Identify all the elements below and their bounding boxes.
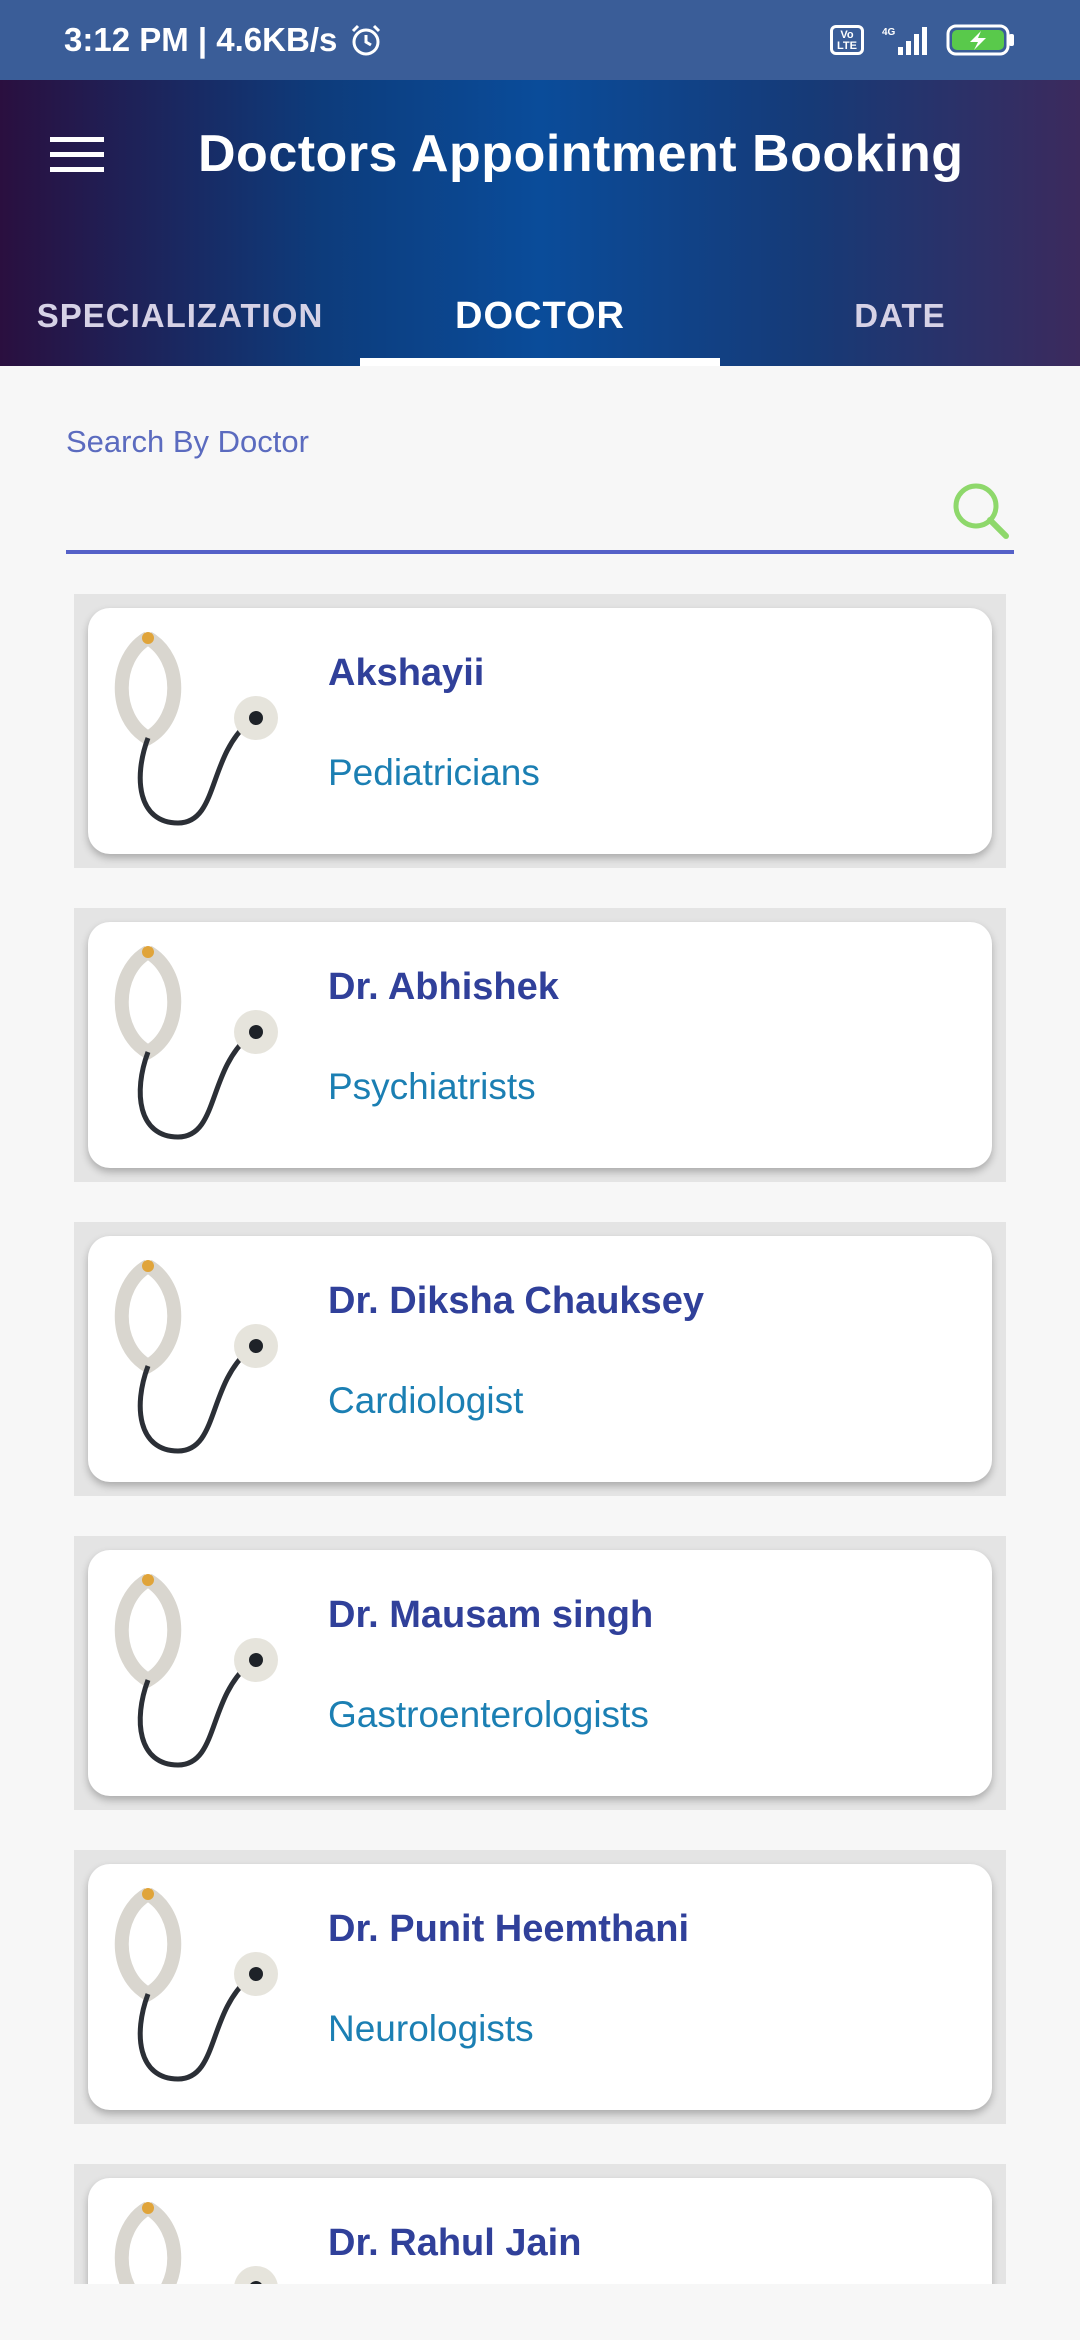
doctor-name: Dr. Punit Heemthani [328, 1908, 690, 1950]
stethoscope-icon [114, 1887, 278, 2082]
stethoscope-icon [114, 945, 278, 1140]
doctor-card-body[interactable]: Dr. Rahul Jain [88, 2178, 992, 2284]
doctor-specialization: Psychiatrists [328, 1066, 536, 1107]
doctor-card[interactable]: Dr. Punit Heemthani Neurologists [74, 1850, 1006, 2124]
doctor-card[interactable]: Dr. Diksha Chauksey Cardiologist [74, 1222, 1006, 1496]
doctor-list: Akshayii Pediatricians Dr. Abhishek Psyc… [0, 594, 1080, 2284]
stethoscope-icon [114, 631, 278, 826]
status-time: 3:12 PM | 4.6KB/s [64, 21, 338, 58]
doctor-name: Dr. Mausam singh [328, 1594, 654, 1636]
battery-charging-icon [946, 24, 1014, 56]
alarm-icon [352, 24, 381, 56]
doctor-name: Dr. Abhishek [328, 966, 559, 1008]
doctor-specialization: Pediatricians [328, 752, 540, 793]
doctor-specialization: Cardiologist [328, 1380, 524, 1421]
doctor-card[interactable]: Dr. Rahul Jain [74, 2164, 1006, 2284]
app-header: Doctors Appointment Booking SPECIALIZATI… [0, 80, 1080, 366]
doctor-card[interactable]: Dr. Abhishek Psychiatrists [74, 908, 1006, 1182]
status-bar: 3:12 PM | 4.6KB/s Vo LTE 4G [0, 0, 1080, 80]
doctor-card-body[interactable]: Dr. Diksha Chauksey Cardiologist [88, 1236, 992, 1482]
doctor-name: Dr. Rahul Jain [328, 2222, 582, 2264]
doctor-card[interactable]: Dr. Mausam singh Gastroenterologists [74, 1536, 1006, 1810]
search-label: Search By Doctor [66, 424, 309, 459]
doctor-specialization: Gastroenterologists [328, 1694, 649, 1735]
menu-icon[interactable] [50, 135, 104, 175]
doctor-specialization: Neurologists [328, 2008, 534, 2049]
doctor-card-body[interactable]: Dr. Punit Heemthani Neurologists [88, 1864, 992, 2110]
tab-bar: SPECIALIZATION DOCTOR DATE [0, 266, 1080, 366]
doctor-name: Akshayii [328, 652, 485, 694]
doctor-name: Dr. Diksha Chauksey [328, 1280, 704, 1322]
tab-specialization[interactable]: SPECIALIZATION [0, 266, 360, 366]
stethoscope-icon [114, 2201, 278, 2284]
doctor-card-body[interactable]: Dr. Abhishek Psychiatrists [88, 922, 992, 1168]
volte-icon: Vo LTE [830, 25, 864, 55]
tab-date[interactable]: DATE [720, 266, 1080, 366]
stethoscope-icon [114, 1259, 278, 1454]
search-icon[interactable] [948, 478, 1012, 542]
network-type: 4G [882, 27, 896, 38]
doctor-card-body[interactable]: Akshayii Pediatricians [88, 608, 992, 854]
tab-doctor[interactable]: DOCTOR [360, 266, 720, 366]
doctor-card-body[interactable]: Dr. Mausam singh Gastroenterologists [88, 1550, 992, 1796]
search-input[interactable] [66, 470, 1014, 554]
app-title: Doctors Appointment Booking [198, 125, 964, 183]
doctor-card[interactable]: Akshayii Pediatricians [74, 594, 1006, 868]
signal-icon: 4G [882, 27, 927, 55]
stethoscope-icon [114, 1573, 278, 1768]
